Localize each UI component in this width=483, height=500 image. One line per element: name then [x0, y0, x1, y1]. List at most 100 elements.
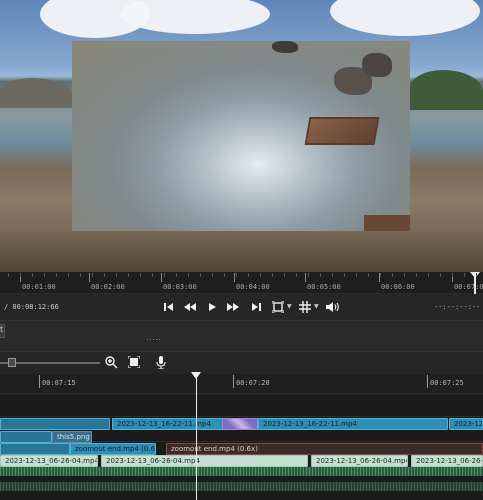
ruler-minor-tick [248, 273, 249, 277]
zoom-in-button[interactable] [103, 354, 119, 370]
audio-waveform [0, 467, 483, 476]
hill [0, 78, 72, 108]
ruler-minor-tick [296, 273, 297, 277]
ruler-minor-tick [308, 273, 309, 277]
video-preview[interactable] [0, 0, 483, 272]
ruler-minor-tick [20, 273, 21, 277]
image-clip[interactable]: this5.png [52, 431, 92, 443]
timeline-playhead[interactable] [196, 374, 197, 500]
ruler-minor-tick [32, 273, 33, 277]
microphone-icon [156, 355, 166, 369]
ruler-minor-tick [44, 273, 45, 277]
audio-clip[interactable]: 2023-12-13_06-26-04.mp4 [101, 455, 308, 467]
audio-clip[interactable]: 2023-12-13_06-26-04.mp4 [411, 455, 483, 467]
rock [272, 41, 298, 53]
ruler-minor-tick [56, 273, 57, 277]
play-icon [208, 303, 216, 311]
pip-overlay-video[interactable] [72, 41, 410, 231]
ruler-minor-tick [104, 273, 105, 277]
ruler-tick: 00:05:00 [305, 273, 341, 291]
panel-tab-label: t [0, 325, 4, 334]
track-divider [0, 416, 483, 417]
volume-button[interactable] [325, 299, 341, 315]
ruler-minor-tick [236, 273, 237, 277]
transition[interactable] [222, 418, 258, 430]
hill [410, 70, 483, 110]
chevron-down-icon[interactable]: ▼ [314, 303, 319, 310]
ruler-minor-tick [260, 273, 261, 277]
out-timecode: --:--:--:-- [434, 303, 481, 311]
grid-toggle-button[interactable] [297, 299, 313, 315]
zoom-slider-handle[interactable] [8, 358, 16, 367]
crop-frame-icon [272, 301, 284, 313]
ruler-minor-tick [188, 273, 189, 277]
ruler-minor-tick [428, 273, 429, 277]
panel-toolbar [0, 320, 483, 352]
ruler-minor-tick [224, 273, 225, 277]
transport-bar [0, 294, 483, 320]
video-clip[interactable]: 2023-12-13_16-22-11.mp4 [112, 418, 224, 430]
fit-icon [128, 356, 140, 368]
ruler-tick: 00:07:00 [452, 273, 483, 291]
ruler-minor-tick [164, 273, 165, 277]
fast-forward-icon [227, 303, 239, 311]
ruler-minor-tick [212, 273, 213, 277]
ruler-minor-tick [128, 273, 129, 277]
ruler-minor-tick [152, 273, 153, 277]
ruler-minor-tick [332, 273, 333, 277]
rewind-button[interactable] [182, 299, 198, 315]
current-time: / 00:08:12:66 [4, 303, 59, 311]
ruler-minor-tick [116, 273, 117, 277]
skip-to-start-button[interactable] [161, 299, 177, 315]
ruler-tick: 00:02:00 [89, 273, 125, 291]
record-voiceover-button[interactable] [153, 354, 169, 370]
cloud [330, 0, 480, 36]
speaker-icon [326, 302, 339, 312]
ruler-tick: 00:01:00 [20, 273, 56, 291]
video-clip[interactable]: 2023-12-1 [449, 418, 483, 430]
cloud [120, 0, 270, 34]
splitter-handle[interactable]: ..... [146, 333, 161, 342]
ruler-minor-tick [368, 273, 369, 277]
ruler-minor-tick [320, 273, 321, 277]
video-clip[interactable]: zoomout end.mp4 (0.6x) [166, 443, 483, 455]
audio-waveform [0, 482, 483, 491]
audio-clip[interactable]: 2023-12-13_06-26-04.mp4 [311, 455, 408, 467]
ruler-tick: 00:06:00 [379, 273, 415, 291]
grid-icon [299, 301, 311, 313]
video-clip[interactable] [0, 431, 52, 443]
rewind-icon [184, 303, 196, 311]
chevron-down-icon[interactable]: ▼ [287, 303, 292, 310]
ruler-minor-tick [440, 273, 441, 277]
ruler-minor-tick [8, 273, 9, 277]
video-clip[interactable]: 2023-12-13_16-22-11.mp4 [258, 418, 448, 430]
skip-start-icon [164, 303, 173, 311]
play-button[interactable] [204, 299, 220, 315]
timeline-tick: 00:07:15 [39, 375, 76, 388]
ruler-minor-tick [344, 273, 345, 277]
preview-playhead-cap[interactable] [470, 272, 480, 278]
ruler-minor-tick [392, 273, 393, 277]
video-clip[interactable]: zoomout end.mp4 (0.6x) [70, 443, 156, 455]
fast-forward-button[interactable] [225, 299, 241, 315]
ruler-minor-tick [68, 273, 69, 277]
ruler-minor-tick [452, 273, 453, 277]
ruler-minor-tick [356, 273, 357, 277]
ruler-minor-tick [80, 273, 81, 277]
ruler-minor-tick [284, 273, 285, 277]
beach [0, 230, 483, 272]
video-clip[interactable] [0, 443, 70, 455]
fit-timeline-button[interactable] [126, 354, 142, 370]
video-clip[interactable] [0, 418, 110, 430]
audio-clip[interactable]: 2023-12-13_06-26-04.mp4 [0, 455, 98, 467]
playhead-handle[interactable] [191, 372, 201, 379]
skip-to-end-button[interactable] [248, 299, 264, 315]
timeline-tick: 00:07:25 [427, 375, 464, 388]
ruler-minor-tick [380, 273, 381, 277]
rock [362, 53, 392, 77]
ruler-minor-tick [92, 273, 93, 277]
ruler-minor-tick [140, 273, 141, 277]
safe-area-toggle-button[interactable] [270, 299, 286, 315]
ruler-minor-tick [200, 273, 201, 277]
ruler-minor-tick [416, 273, 417, 277]
